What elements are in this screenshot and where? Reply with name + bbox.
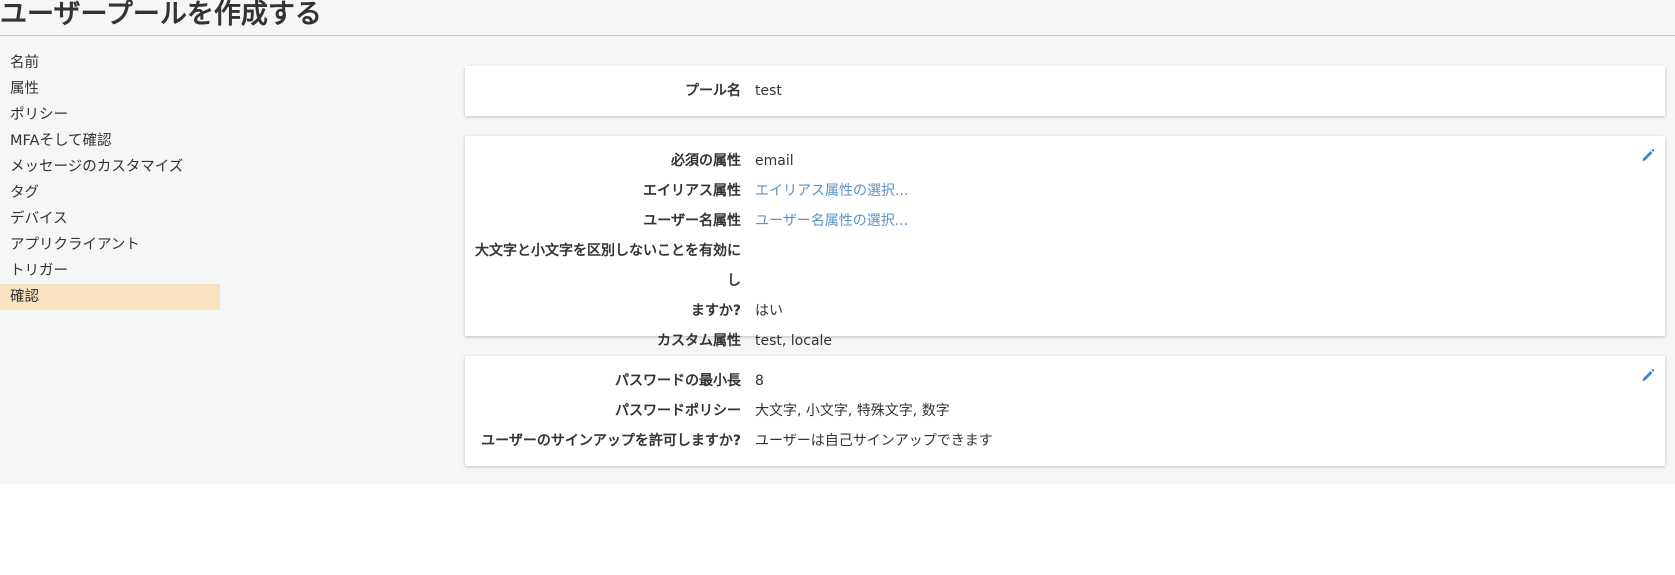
password-min-length-row: パスワードの最小長 8 (465, 366, 1665, 396)
alias-attributes-label: エイリアス属性 (643, 183, 741, 199)
case-insensitive-label-line1: 大文字と小文字を区別しないことを有効にし (475, 243, 741, 289)
password-panel: パスワードの最小長 8 パスワードポリシー 大文字, 小文字, 特殊文字, 数字… (465, 356, 1665, 466)
password-policy-row: パスワードポリシー 大文字, 小文字, 特殊文字, 数字 (465, 396, 1665, 426)
sidebar-item-message-customization[interactable]: メッセージのカスタマイズ (0, 154, 220, 180)
password-min-length-value: 8 (755, 373, 764, 389)
page-title: ユーザープールを作成する (0, 0, 322, 30)
custom-attributes-value: test, locale (755, 333, 833, 349)
required-attributes-row: 必須の属性 email (465, 146, 1665, 176)
sidebar-item-app-clients[interactable]: アプリクライアント (0, 232, 220, 258)
sidebar-item-attributes[interactable]: 属性 (0, 76, 220, 102)
sidebar-item-mfa-verification[interactable]: MFAそして確認 (0, 128, 220, 154)
sidebar-item-review[interactable]: 確認 (0, 284, 220, 310)
username-attributes-link[interactable]: ユーザー名属性の選択... (755, 213, 908, 229)
pool-name-value: test (755, 83, 782, 99)
sidebar-item-devices[interactable]: デバイス (0, 206, 220, 232)
pool-name-panel: プール名 test (465, 66, 1665, 116)
alias-attributes-row: エイリアス属性 エイリアス属性の選択... (465, 176, 1665, 206)
attributes-panel: 必須の属性 email エイリアス属性 エイリアス属性の選択... ユーザー名属… (465, 136, 1665, 349)
password-min-length-label: パスワードの最小長 (615, 373, 741, 389)
alias-attributes-link[interactable]: エイリアス属性の選択... (755, 183, 908, 199)
password-policy-label: パスワードポリシー (615, 403, 741, 419)
required-attributes-value: email (755, 153, 794, 169)
case-insensitive-value: はい (755, 303, 783, 319)
case-insensitive-label-line2: ますか? (690, 303, 741, 319)
username-attributes-label: ユーザー名属性 (643, 213, 741, 229)
pool-name-row: プール名 test (465, 76, 1665, 106)
sidebar-nav: 名前 属性 ポリシー MFAそして確認 メッセージのカスタマイズ タグ デバイス… (0, 50, 220, 310)
custom-attributes-row: カスタム属性 test, locale (465, 326, 1665, 356)
required-attributes-label: 必須の属性 (671, 153, 741, 169)
case-insensitive-label: 大文字と小文字を区別しないことを有効にし ますか? (465, 236, 755, 326)
custom-attributes-label: カスタム属性 (657, 333, 741, 349)
user-signup-label: ユーザーのサインアップを許可しますか? (481, 433, 741, 449)
sidebar-item-policies[interactable]: ポリシー (0, 102, 220, 128)
pool-name-label: プール名 (685, 83, 741, 99)
user-signup-value: ユーザーは自己サインアップできます (755, 433, 993, 449)
user-signup-row: ユーザーのサインアップを許可しますか? ユーザーは自己サインアップできます (465, 426, 1665, 456)
app-background: ユーザープールを作成する 名前 属性 ポリシー MFAそして確認 メッセージのカ… (0, 0, 1675, 484)
sidebar-item-name[interactable]: 名前 (0, 50, 220, 76)
case-insensitive-row: 大文字と小文字を区別しないことを有効にし ますか? はい (465, 236, 1665, 326)
sidebar-item-tags[interactable]: タグ (0, 180, 220, 206)
title-divider (0, 35, 1675, 36)
password-policy-value: 大文字, 小文字, 特殊文字, 数字 (755, 403, 950, 419)
sidebar-item-triggers[interactable]: トリガー (0, 258, 220, 284)
username-attributes-row: ユーザー名属性 ユーザー名属性の選択... (465, 206, 1665, 236)
